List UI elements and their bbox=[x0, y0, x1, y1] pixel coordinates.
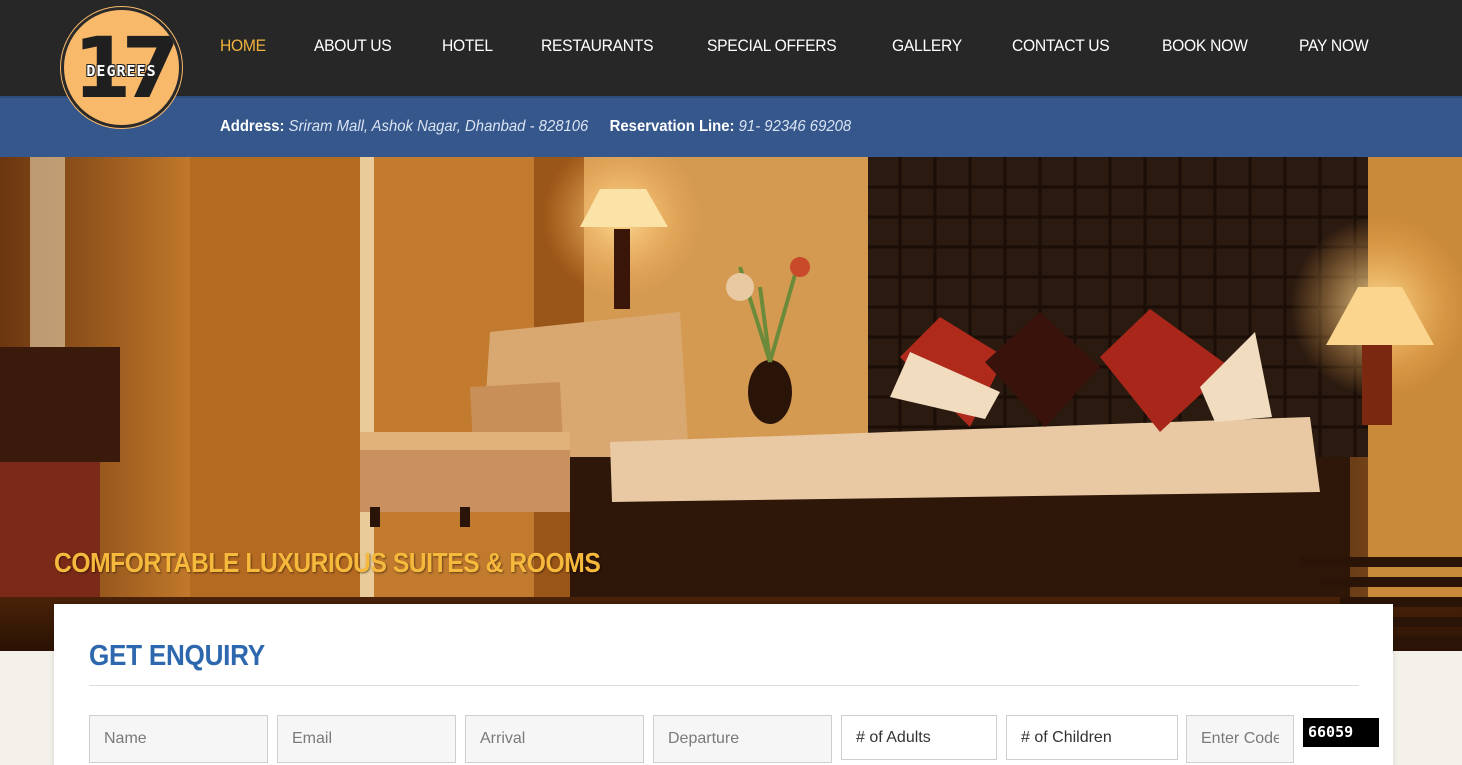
divider bbox=[89, 685, 1359, 686]
reservation-phone[interactable]: 91- 92346 69208 bbox=[739, 118, 852, 135]
email-input[interactable] bbox=[277, 715, 456, 763]
reservation-label: Reservation Line: bbox=[609, 118, 735, 135]
logo-word: DEGREES bbox=[86, 62, 157, 80]
nav-restaurants[interactable]: RESTAURANTS bbox=[541, 36, 654, 56]
departure-date-input[interactable] bbox=[653, 715, 832, 763]
nav-pay-now[interactable]: PAY NOW bbox=[1299, 36, 1369, 56]
top-navigation-bar: HOME ABOUT US HOTEL RESTAURANTS SPECIAL … bbox=[0, 0, 1462, 96]
hero-caption: COMFORTABLE LUXURIOUS SUITES & ROOMS bbox=[54, 547, 601, 578]
hero-banner: COMFORTABLE LUXURIOUS SUITES & ROOMS bbox=[0, 157, 1462, 651]
nav-book-now[interactable]: BOOK NOW bbox=[1162, 36, 1248, 56]
contact-info: Address: Sriram Mall, Ashok Nagar, Dhanb… bbox=[220, 118, 851, 136]
enquiry-form: GET ENQUIRY # of Adults # of Children 66… bbox=[54, 604, 1393, 765]
arrival-date-input[interactable] bbox=[465, 715, 644, 763]
address-label: Address: bbox=[220, 118, 285, 135]
nav-about-us[interactable]: ABOUT US bbox=[314, 36, 392, 56]
nav-gallery[interactable]: GALLERY bbox=[892, 36, 962, 56]
address-bar: Address: Sriram Mall, Ashok Nagar, Dhanb… bbox=[0, 96, 1462, 157]
address-value: Sriram Mall, Ashok Nagar, Dhanbad - 8281… bbox=[288, 118, 589, 135]
children-select[interactable]: # of Children bbox=[1006, 715, 1178, 760]
captcha-code: 66059 bbox=[1303, 718, 1379, 747]
name-input[interactable] bbox=[89, 715, 268, 763]
nav-contact-us[interactable]: CONTACT US bbox=[1012, 36, 1110, 56]
nav-home[interactable]: HOME bbox=[220, 36, 266, 56]
nav-special-offers[interactable]: SPECIAL OFFERS bbox=[707, 36, 837, 56]
adults-select[interactable]: # of Adults bbox=[841, 715, 997, 760]
main-menu: HOME ABOUT US HOTEL RESTAURANTS SPECIAL … bbox=[220, 36, 1374, 56]
captcha-input[interactable] bbox=[1186, 715, 1294, 763]
site-logo[interactable]: 17 DEGREES bbox=[61, 7, 182, 128]
enquiry-title: GET ENQUIRY bbox=[89, 640, 265, 672]
nav-hotel[interactable]: HOTEL bbox=[442, 36, 493, 56]
